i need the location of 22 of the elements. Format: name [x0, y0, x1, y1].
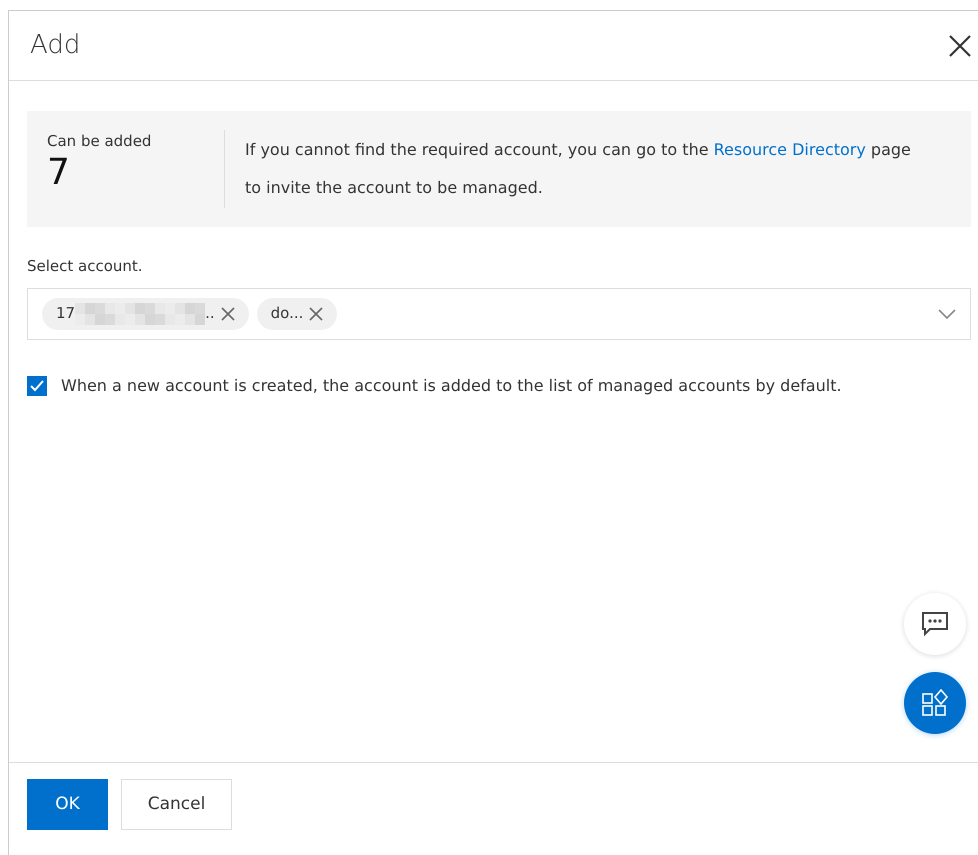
available-count: 7	[47, 152, 71, 192]
field-label: Select account.	[27, 256, 144, 277]
apps-icon	[921, 689, 949, 717]
cancel-button[interactable]: Cancel	[121, 779, 232, 830]
remove-tag-button[interactable]	[220, 306, 235, 320]
tag-text: 17	[56, 303, 76, 324]
summary-label: Can be added	[47, 131, 152, 152]
checkbox[interactable]	[27, 376, 47, 396]
chat-button[interactable]	[904, 593, 966, 655]
tag-text: do...	[270, 303, 304, 324]
apps-button[interactable]	[904, 672, 966, 734]
remove-tag-button[interactable]	[309, 306, 324, 320]
account-select[interactable]: 17 .. do...	[27, 288, 971, 340]
resource-directory-link[interactable]: Resource Directory	[714, 140, 866, 159]
dialog-title: Add	[30, 29, 80, 62]
tag-text: ..	[205, 303, 215, 324]
checkbox-label: When a new account is created, the account is added to the list of managed accounts by default.	[61, 374, 842, 396]
chevron-down-icon	[938, 308, 956, 318]
close-button[interactable]	[948, 34, 972, 58]
info-message: If you cannot find the required account, you can go to the Resource Directory page to invite the account to be managed.	[244, 139, 912, 199]
ok-button[interactable]: OK	[27, 779, 108, 830]
chat-bubble-icon	[921, 611, 949, 637]
